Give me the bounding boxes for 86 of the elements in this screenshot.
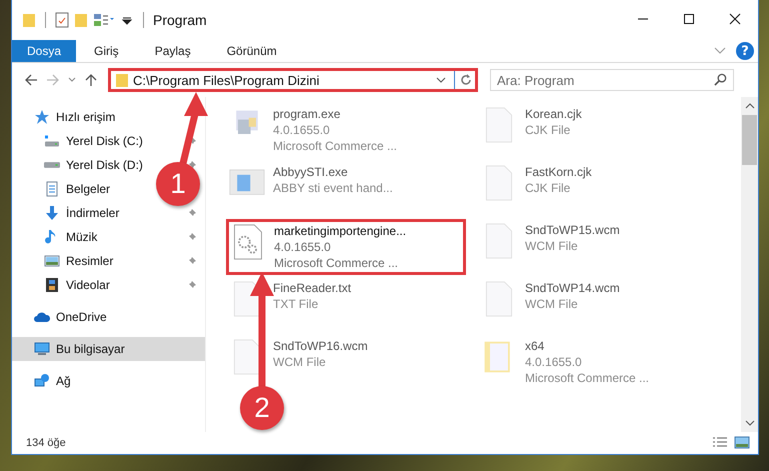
file-name: FastKorn.cjk xyxy=(525,164,592,180)
up-arrow-icon[interactable] xyxy=(84,73,98,87)
ribbon-tab[interactable]: Paylaş xyxy=(136,40,209,62)
file-detail: WCM File xyxy=(525,296,579,312)
nav-item[interactable]: Resimler xyxy=(12,249,120,273)
file-item[interactable]: SndToWP14.wcm WCM File xyxy=(478,277,718,321)
nav-item[interactable]: Videolar xyxy=(12,273,116,297)
chevron-down-icon[interactable] xyxy=(68,77,76,83)
file-detail: WCM File xyxy=(525,238,579,254)
ribbon-tab[interactable]: Dosya xyxy=(12,40,76,62)
nav-item[interactable]: İndirmeler xyxy=(12,201,126,225)
file-name: AbbyySTI.exe xyxy=(273,164,349,180)
refresh-icon[interactable] xyxy=(459,73,473,87)
download-arrow-icon xyxy=(44,205,60,221)
file-detail: TXT File xyxy=(273,296,320,312)
file-item[interactable]: SndToWP15.wcm WCM File xyxy=(478,219,718,263)
help-button[interactable]: ? xyxy=(736,42,754,60)
search-icon[interactable] xyxy=(714,73,727,86)
large-icons-view-icon[interactable] xyxy=(734,436,750,450)
folder-path: C:\Program Files\Program Dizini xyxy=(133,72,320,88)
nav-item[interactable]: OneDrive xyxy=(12,305,205,329)
file-item[interactable]: SndToWP16.wcm WCM File xyxy=(226,335,466,379)
file-name: program.exe xyxy=(273,106,342,122)
scrollbar[interactable] xyxy=(741,97,758,432)
checklist-icon xyxy=(55,12,69,28)
document-icon xyxy=(44,181,60,197)
file-name: FineReader.txt xyxy=(273,280,352,296)
nav-item[interactable]: Belgeler xyxy=(12,177,116,201)
pin-icon[interactable] xyxy=(187,232,197,242)
file-name: Korean.cjk xyxy=(525,106,582,122)
window-title: Program xyxy=(153,12,207,28)
file-item[interactable]: program.exe 4.0.1655.0 Microsoft Commerce ... xyxy=(226,103,466,157)
star-icon xyxy=(34,109,50,125)
film-icon xyxy=(44,277,60,293)
minimize-icon xyxy=(637,18,649,20)
nav-item[interactable]: Ağ xyxy=(12,369,205,393)
file-name: SndToWP14.wcm xyxy=(525,280,620,296)
chevron-down-icon[interactable] xyxy=(436,77,446,83)
drive-icon xyxy=(44,162,60,168)
nav-item[interactable]: Yerel Disk (C:) xyxy=(12,129,149,153)
scrollbar-thumb[interactable] xyxy=(742,115,757,165)
file-detail: 4.0.1655.0 xyxy=(274,239,332,255)
nav-item[interactable]: Yerel Disk (D:) xyxy=(12,153,149,177)
folder-icon xyxy=(74,12,88,28)
file-item[interactable]: marketingimportengine... 4.0.1655.0 Microsoft Commerce ... xyxy=(226,219,466,275)
file-detail: Microsoft Commerce ... xyxy=(525,370,650,386)
network-icon xyxy=(34,373,50,389)
pin-icon[interactable] xyxy=(187,208,197,218)
drive-icon xyxy=(44,133,60,149)
ribbon-tab[interactable]: Giriş xyxy=(76,40,137,62)
file-item[interactable]: AbbyySTI.exe ABBY sti event hand... xyxy=(226,161,466,205)
file-item[interactable]: Korean.cjk CJK File xyxy=(478,103,718,147)
nav-item[interactable]: Bu bilgisayar xyxy=(12,337,205,361)
file-name: marketingimportengine... xyxy=(274,223,406,239)
scroll-down-icon[interactable] xyxy=(744,420,754,426)
file-detail: Microsoft Commerce ... xyxy=(273,138,398,154)
file-item[interactable]: FastKorn.cjk CJK File xyxy=(478,161,718,205)
properties-icon xyxy=(93,12,115,28)
ribbon-tab[interactable]: Görünüm xyxy=(208,40,295,62)
file-item[interactable]: x64 4.0.1655.0 Microsoft Commerce ... xyxy=(478,335,718,389)
search-field[interactable]: Ara: Program xyxy=(490,69,734,91)
file-detail: CJK File xyxy=(525,122,572,138)
picture-icon xyxy=(44,253,60,269)
file-detail: ABBY sti event hand... xyxy=(273,180,393,196)
pin-icon[interactable] xyxy=(187,160,197,170)
computer-icon xyxy=(34,341,50,357)
address-bar[interactable]: C:\Program Files\Program Dizini xyxy=(108,68,478,92)
back-arrow-icon[interactable] xyxy=(24,73,38,87)
close-icon xyxy=(729,13,741,25)
file-detail: Microsoft Commerce ... xyxy=(274,255,400,271)
file-name: SndToWP16.wcm xyxy=(273,338,368,354)
nav-item[interactable]: Müzik xyxy=(12,225,104,249)
file-name: x64 xyxy=(525,338,546,354)
file-detail: 4.0.1655.0 xyxy=(273,122,331,138)
item-count: 134 öğe xyxy=(26,437,66,449)
file-detail: 4.0.1655.0 xyxy=(525,354,583,370)
nav-item[interactable]: Hızlı erişim xyxy=(12,105,205,129)
pin-icon[interactable] xyxy=(187,280,197,290)
scroll-up-icon[interactable] xyxy=(744,103,754,109)
folder-icon xyxy=(22,12,36,28)
maximize-icon xyxy=(683,13,695,25)
file-name: SndToWP15.wcm xyxy=(525,222,620,238)
file-detail: CJK File xyxy=(525,180,572,196)
file-detail: WCM File xyxy=(273,354,327,370)
folder-icon xyxy=(115,72,129,88)
pin-icon[interactable] xyxy=(187,256,197,266)
